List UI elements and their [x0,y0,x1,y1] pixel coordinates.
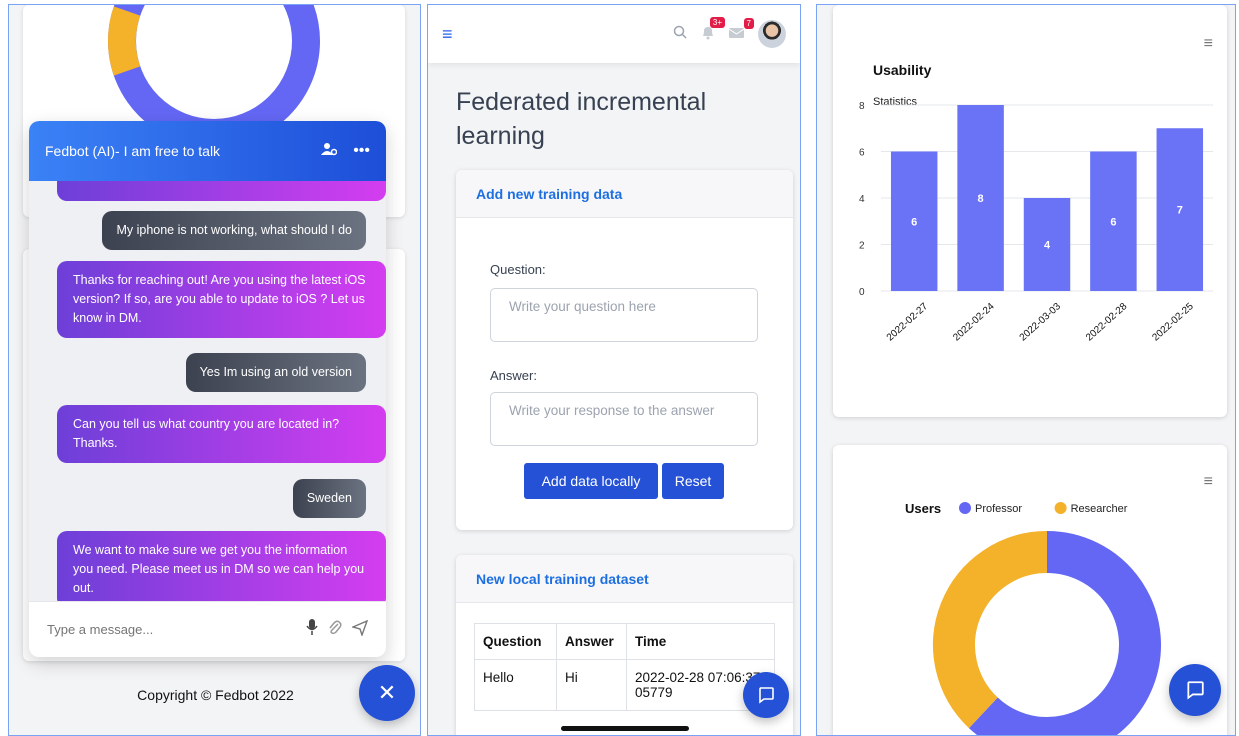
chat-title: Fedbot (AI)- I am free to talk [45,143,221,159]
notification-badge: 3+ [709,16,725,28]
chat-header: Fedbot (AI)- I am free to talk ••• [29,121,386,181]
add-data-locally-button[interactable]: Add data locally [524,463,658,499]
page-title: Federated incremental learning [456,88,707,150]
user-settings-icon[interactable] [321,142,338,161]
search-icon[interactable] [673,25,687,43]
y-tick-label: 2 [859,241,865,252]
open-chat-button[interactable] [1169,664,1221,716]
add-training-data-card: Add new training data Question: Write yo… [456,170,793,530]
chart-subtitle: Statistics [873,96,918,108]
bar-data-label: 7 [1177,205,1183,217]
legend-label: Professor [975,503,1022,515]
close-icon: ✕ [377,680,397,705]
chat-bubble-icon [1187,681,1204,700]
table-row: Hello Hi 2022-02-28 07:06:37.05779 [474,659,775,711]
message-list: My iphone is not working, what should I … [29,181,386,601]
table-cell: Hello [474,659,557,711]
open-chat-button[interactable] [743,672,789,718]
training-panel: ≡ 3+ 7 Federated incremental learning Ad… [427,4,801,736]
users-chart-card: ≡ Users Professor Researcher [833,445,1227,735]
chart-menu-icon[interactable]: ≡ [1204,473,1213,491]
x-tick-label: 2022-02-28 [1084,301,1130,344]
column-header: Question [474,623,557,660]
bar-data-label: 4 [1044,240,1051,252]
card-header: Add new training data [456,170,793,218]
answer-textarea[interactable]: Write your response to the answer [490,392,758,446]
users-donut-chart: Users Professor Researcher [905,501,1161,735]
close-chat-button[interactable]: ✕ [359,665,415,721]
chart-title: Usability [873,62,932,78]
more-options-icon[interactable]: ••• [353,142,370,160]
bot-message: Can you tell us what country you are loc… [57,405,386,463]
bot-message: We want to make sure we get you the info… [57,531,386,601]
chart-title: Users [905,501,941,516]
y-tick-label: 4 [859,194,865,205]
legend-marker [1054,502,1067,514]
notification-bell-icon[interactable]: 3+ [701,16,725,44]
home-indicator [561,726,689,731]
reset-button[interactable]: Reset [662,463,724,499]
bar-data-label: 6 [1110,216,1116,228]
card-header: New local training dataset [456,555,793,603]
top-navbar: ≡ 3+ 7 [428,5,800,63]
column-header: Time [626,623,775,660]
legend-label: Researcher [1071,503,1128,515]
attachment-icon[interactable] [328,619,342,640]
table-header-row: Question Answer Time [474,623,775,660]
bot-message: Thanks for reaching out! Are you using t… [57,261,386,338]
message-badge: 7 [743,17,754,29]
question-label: Question: [490,262,546,277]
chat-window: Fedbot (AI)- I am free to talk ••• My ip… [29,121,386,657]
user-message: My iphone is not working, what should I … [102,211,366,250]
messages-icon[interactable]: 7 [728,17,754,43]
bar-data-label: 6 [911,216,917,228]
user-avatar[interactable] [758,20,786,48]
usability-bar-chart: Usability Statistics 0 2 4 6 8 6 2022-02-27 8 2022… [859,62,1213,344]
answer-label: Answer: [490,368,537,383]
x-tick-label: 2022-02-25 [1150,301,1196,344]
chat-bubble-icon [759,687,774,704]
column-header: Answer [556,623,627,660]
legend-marker [959,502,971,514]
y-tick-label: 6 [859,148,865,159]
question-textarea[interactable]: Write your question here [490,288,758,342]
message-composer [29,601,386,657]
x-tick-label: 2022-02-24 [951,301,997,344]
y-tick-label: 0 [859,287,865,298]
x-tick-label: 2022-03-03 [1018,301,1064,344]
bot-message-partial [57,181,386,201]
message-input[interactable] [47,622,296,637]
chat-panel: Fedbot (AI)- I am free to talk ••• My ip… [8,4,421,736]
charts-panel: ≡ Usability Statistics 0 2 4 6 8 6 2022-02-27 8 20… [816,4,1236,736]
send-icon[interactable] [350,619,369,640]
local-dataset-card: New local training dataset Question Answ… [456,555,793,735]
donut-slice[interactable] [933,531,1048,729]
microphone-icon[interactable] [306,619,318,640]
usability-chart-card: ≡ Usability Statistics 0 2 4 6 8 6 2022-02-27 8 20… [833,5,1227,417]
dataset-table: Question Answer Time Hello Hi 2022-02-28… [474,623,775,711]
x-tick-label: 2022-02-27 [885,301,931,344]
user-message: Sweden [292,479,366,518]
donut-researcher-arc [107,6,141,76]
chart-menu-icon[interactable]: ≡ [1204,35,1213,53]
table-cell: Hi [556,659,627,711]
user-message: Yes Im using an old version [185,353,366,392]
hamburger-menu-icon[interactable]: ≡ [442,24,453,45]
bar-data-label: 8 [978,193,984,205]
donut-professor-arc [108,5,320,147]
y-tick-label: 8 [859,101,865,112]
